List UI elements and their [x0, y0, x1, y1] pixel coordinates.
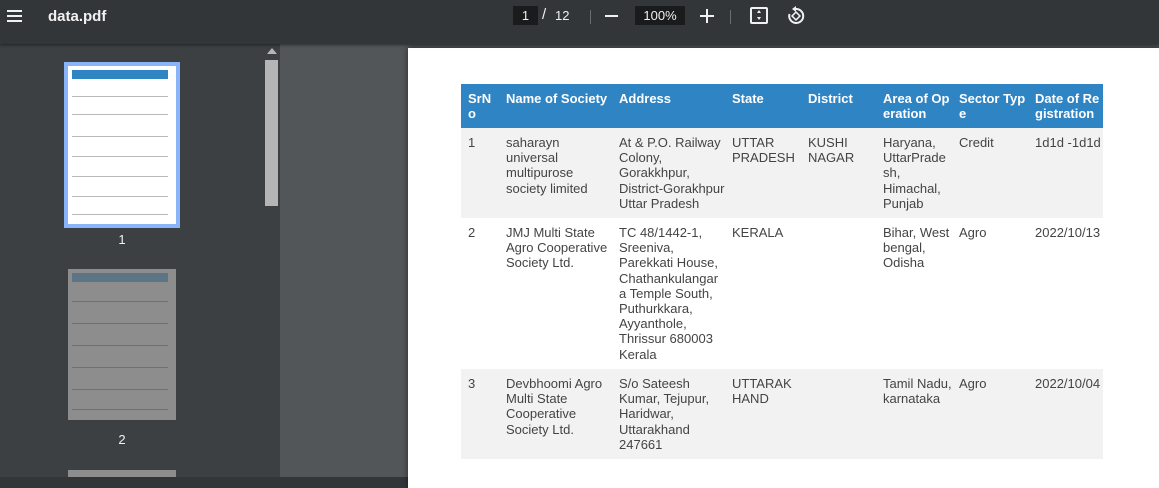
cell-srno: 1 — [461, 128, 499, 218]
document-title: data.pdf — [48, 8, 107, 25]
header-state: State — [725, 84, 801, 128]
header-name: Name of Society — [499, 84, 612, 128]
thumbnail-label: 1 — [118, 232, 126, 247]
page-thumbnail-3[interactable] — [68, 470, 176, 477]
thumbnail-table-header — [72, 70, 168, 79]
header-district: District — [801, 84, 876, 128]
cell-area: Bihar, West bengal, Odisha — [876, 218, 952, 369]
cell-sector: Credit — [952, 128, 1028, 218]
page-separator: / — [542, 6, 547, 23]
cell-srno: 2 — [461, 218, 499, 369]
table-row: 1 saharayn universal multipurose society… — [461, 128, 1103, 218]
cell-district — [801, 218, 876, 369]
table-row: 2 JMJ Multi State Agro Cooperative Socie… — [461, 218, 1103, 369]
cell-date: 2022/10/13 — [1028, 218, 1103, 369]
sidebar-scrollbar-thumb[interactable] — [265, 60, 278, 206]
cell-address: At & P.O. Railway Colony, Gorakkhpur, Di… — [612, 128, 725, 218]
document-viewer[interactable]: SrNo Name of Society Address State Distr… — [280, 44, 1159, 488]
page-thumbnail-2[interactable] — [68, 269, 176, 420]
table-row: 3 Devbhoomi Agro Multi State Cooperative… — [461, 369, 1103, 459]
cell-district: KUSHI NAGAR — [801, 128, 876, 218]
header-srno: SrNo — [461, 84, 499, 128]
rotate-icon[interactable] — [786, 6, 806, 26]
header-sector: Sector Type — [952, 84, 1028, 128]
zoom-out-icon[interactable] — [605, 15, 618, 17]
cell-state: KERALA — [725, 218, 801, 369]
thumbnail-sidebar: 1 2 — [0, 44, 263, 477]
zoom-in-icon[interactable] — [700, 9, 714, 23]
cell-date: 1d1d -1d1d — [1028, 128, 1103, 218]
cell-state: UTTAR PRADESH — [725, 128, 801, 218]
cell-address: TC 48/1442-1, Sreeniva, Parekkati House,… — [612, 218, 725, 369]
scroll-up-icon[interactable] — [267, 48, 277, 54]
header-address: Address — [612, 84, 725, 128]
cell-name: JMJ Multi State Agro Cooperative Society… — [499, 218, 612, 369]
page-total: 12 — [555, 8, 570, 23]
page-number-input[interactable]: 1 — [513, 6, 538, 25]
toolbar-divider — [590, 10, 591, 24]
zoom-level-input[interactable]: 100% — [635, 6, 685, 25]
menu-icon[interactable] — [4, 6, 24, 26]
toolbar-divider — [730, 10, 731, 24]
cell-state: UTTARAKHAND — [725, 369, 801, 459]
pdf-toolbar: data.pdf 1 / 12 100% — [0, 0, 1159, 44]
page-thumbnail-1[interactable] — [64, 62, 180, 228]
fit-to-page-icon[interactable] — [750, 7, 768, 24]
cell-name: Devbhoomi Agro Multi State Cooperative S… — [499, 369, 612, 459]
cell-sector: Agro — [952, 369, 1028, 459]
thumbnail-table-header — [72, 273, 168, 282]
society-table: SrNo Name of Society Address State Distr… — [461, 84, 1103, 459]
cell-sector: Agro — [952, 218, 1028, 369]
cell-srno: 3 — [461, 369, 499, 459]
header-area: Area of Operation — [876, 84, 952, 128]
cell-address: S/o Sateesh Kumar, Tejupur, Haridwar, Ut… — [612, 369, 725, 459]
cell-date: 2022/10/04 — [1028, 369, 1103, 459]
cell-district — [801, 369, 876, 459]
cell-name: saharayn universal multipurose society l… — [499, 128, 612, 218]
pdf-page: SrNo Name of Society Address State Distr… — [408, 48, 1159, 488]
table-header-row: SrNo Name of Society Address State Distr… — [461, 84, 1103, 128]
cell-area: Tamil Nadu, karnataka — [876, 369, 952, 459]
thumbnail-label: 2 — [118, 432, 126, 447]
cell-area: Haryana, UttarPradesh, Himachal, Punjab — [876, 128, 952, 218]
header-date: Date of Registration — [1028, 84, 1103, 128]
